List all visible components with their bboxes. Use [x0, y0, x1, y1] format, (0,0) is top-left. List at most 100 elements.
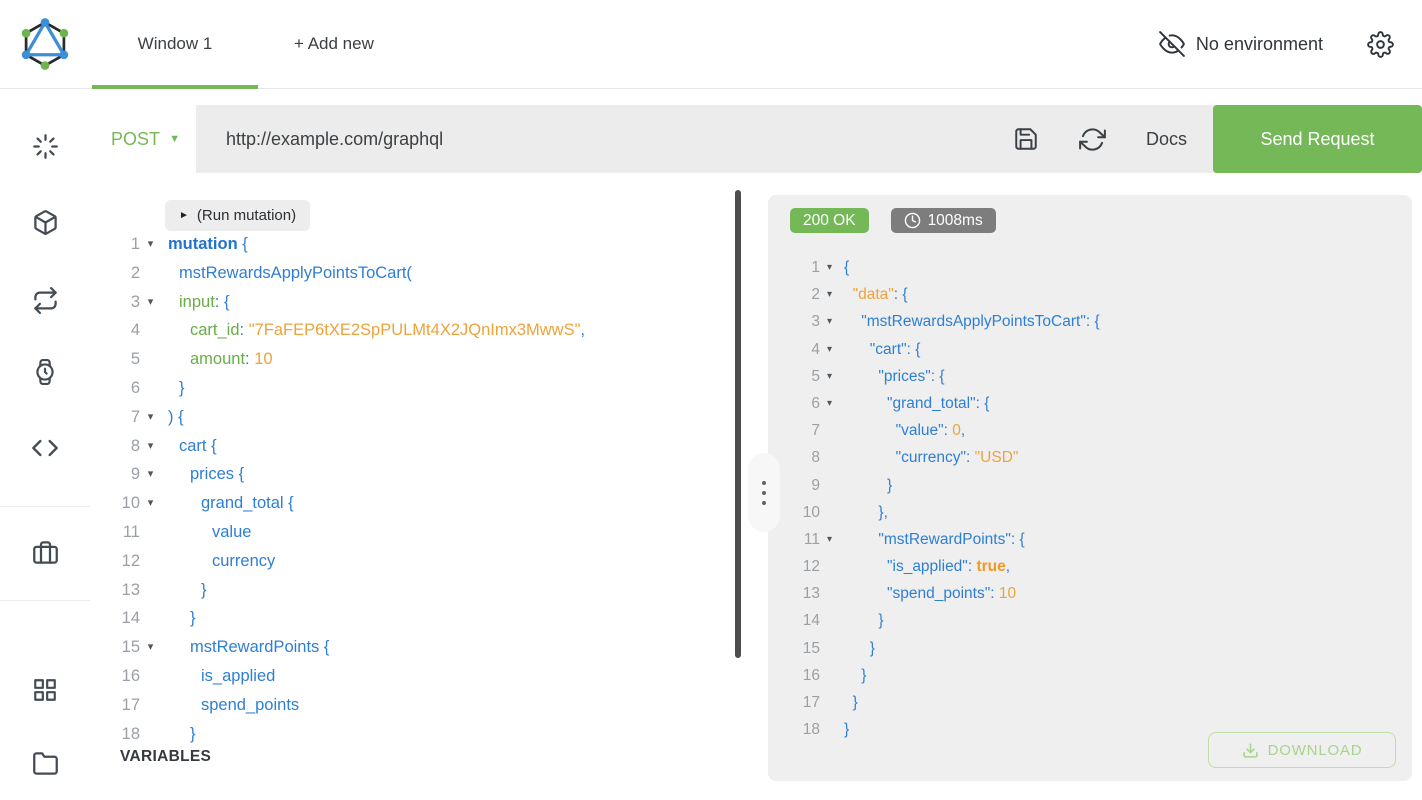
fold-toggle-icon[interactable]: ▾	[140, 633, 161, 662]
fold-spacer	[140, 259, 161, 288]
query-editor-pane: ► (Run mutation) 1▾mutation {2mstRewards…	[95, 190, 741, 800]
fold-toggle-icon[interactable]: ▾	[820, 308, 839, 335]
line-number: 18	[768, 716, 820, 743]
fold-spacer	[820, 689, 839, 716]
active-tab-underline	[92, 85, 258, 89]
fold-toggle-icon[interactable]: ▾	[140, 230, 161, 259]
response-body[interactable]: 1▾{2▾"data": {3▾"mstRewardsApplyPointsTo…	[768, 254, 1100, 743]
code-text: "value": 0,	[844, 417, 965, 444]
fold-spacer	[820, 607, 839, 634]
add-new-window-button[interactable]: + Add new	[282, 0, 386, 88]
code-text: "mstRewardPoints": {	[844, 526, 1025, 553]
line-number: 14	[768, 607, 820, 634]
line-number: 2	[95, 259, 140, 288]
code-line: 18}	[768, 716, 1100, 743]
fold-toggle-icon[interactable]: ▾	[140, 489, 161, 518]
settings-button[interactable]	[1367, 0, 1394, 88]
add-new-label: + Add new	[294, 34, 374, 54]
sidebar-button-subscriptions[interactable]	[25, 280, 65, 320]
fold-toggle-icon[interactable]: ▾	[820, 390, 839, 417]
refresh-icon	[1079, 126, 1106, 153]
code-text: "currency": "USD"	[844, 444, 1018, 471]
fold-spacer	[820, 635, 839, 662]
code-text: currency	[168, 547, 275, 576]
fold-spacer	[820, 553, 839, 580]
fold-toggle-icon[interactable]: ▾	[820, 336, 839, 363]
fold-toggle-icon[interactable]: ▾	[140, 460, 161, 489]
environment-selector[interactable]: No environment	[1159, 0, 1323, 88]
download-response-button[interactable]: DOWNLOAD	[1208, 732, 1396, 768]
line-number: 16	[95, 662, 140, 691]
sidebar-button-prerequest[interactable]	[25, 428, 65, 468]
code-line: 12"is_applied": true,	[768, 553, 1100, 580]
line-number: 17	[768, 689, 820, 716]
code-line: 4cart_id: "7FaFEP6tXE2SpPULMt4X2JQnImx3M…	[95, 316, 585, 345]
sidebar-button-files[interactable]	[25, 743, 65, 783]
code-line: 1▾mutation {	[95, 230, 585, 259]
code-text: cart {	[168, 432, 217, 461]
sidebar-button-schema[interactable]	[25, 202, 65, 242]
fold-spacer	[140, 691, 161, 720]
refresh-schema-button[interactable]	[1079, 126, 1106, 153]
query-code-editor[interactable]: 1▾mutation {2mstRewardsApplyPointsToCart…	[95, 230, 585, 748]
line-number: 10	[95, 489, 140, 518]
fold-spacer	[140, 576, 161, 605]
pane-resize-handle[interactable]	[748, 453, 780, 532]
line-number: 12	[95, 547, 140, 576]
editor-scrollbar[interactable]	[735, 190, 741, 658]
run-mutation-button[interactable]: ► (Run mutation)	[165, 200, 310, 231]
line-number: 15	[95, 633, 140, 662]
drag-dot	[762, 491, 766, 495]
status-badge: 200 OK	[790, 208, 869, 233]
variables-section-header[interactable]: VARIABLES	[120, 748, 211, 766]
fold-spacer	[820, 662, 839, 689]
http-method-dropdown[interactable]: POST ▼	[95, 105, 196, 173]
fold-toggle-icon[interactable]: ▾	[140, 403, 161, 432]
altair-graphql-app: Window 1 + Add new No environment	[0, 0, 1422, 800]
download-icon	[1242, 742, 1259, 759]
gear-icon	[1367, 31, 1394, 58]
code-line: 18}	[95, 720, 585, 749]
sidebar-button-loader[interactable]	[25, 126, 65, 166]
code-line: 9▾prices {	[95, 460, 585, 489]
clock-icon	[904, 212, 921, 229]
code-text: }	[844, 689, 858, 716]
line-number: 6	[768, 390, 820, 417]
send-request-button[interactable]: Send Request	[1213, 105, 1422, 173]
url-input[interactable]	[196, 129, 1013, 150]
sidebar-button-windows[interactable]	[25, 670, 65, 710]
docs-button[interactable]: Docs	[1146, 129, 1187, 150]
fold-spacer	[820, 499, 839, 526]
play-icon: ►	[179, 211, 189, 221]
line-number: 7	[768, 417, 820, 444]
fold-spacer	[140, 374, 161, 403]
tab-window-1[interactable]: Window 1	[90, 0, 260, 88]
code-text: prices {	[168, 460, 244, 489]
save-button[interactable]	[1013, 126, 1039, 152]
sidebar-button-collections[interactable]	[25, 532, 65, 572]
fold-toggle-icon[interactable]: ▾	[140, 288, 161, 317]
sidebar-button-history[interactable]	[25, 352, 65, 392]
code-line: 2▾"data": {	[768, 281, 1100, 308]
code-text: amount: 10	[168, 345, 273, 374]
header-spacer	[386, 0, 1159, 88]
code-text: }	[168, 576, 207, 605]
environment-label: No environment	[1196, 34, 1323, 55]
fold-toggle-icon[interactable]: ▾	[820, 281, 839, 308]
header: Window 1 + Add new No environment	[0, 0, 1422, 89]
fold-toggle-icon[interactable]: ▾	[820, 526, 839, 553]
code-text: {	[844, 254, 849, 281]
code-text: "prices": {	[844, 363, 945, 390]
line-number: 11	[768, 526, 820, 553]
line-number: 15	[768, 635, 820, 662]
run-mutation-label: (Run mutation)	[197, 207, 296, 224]
fold-spacer	[820, 580, 839, 607]
code-text: mutation {	[168, 230, 248, 259]
fold-toggle-icon[interactable]: ▾	[820, 363, 839, 390]
code-text: },	[844, 499, 888, 526]
fold-toggle-icon[interactable]: ▾	[140, 432, 161, 461]
fold-toggle-icon[interactable]: ▾	[820, 254, 839, 281]
code-text: "grand_total": {	[844, 390, 989, 417]
fold-spacer	[820, 716, 839, 743]
code-line: 15}	[768, 635, 1100, 662]
